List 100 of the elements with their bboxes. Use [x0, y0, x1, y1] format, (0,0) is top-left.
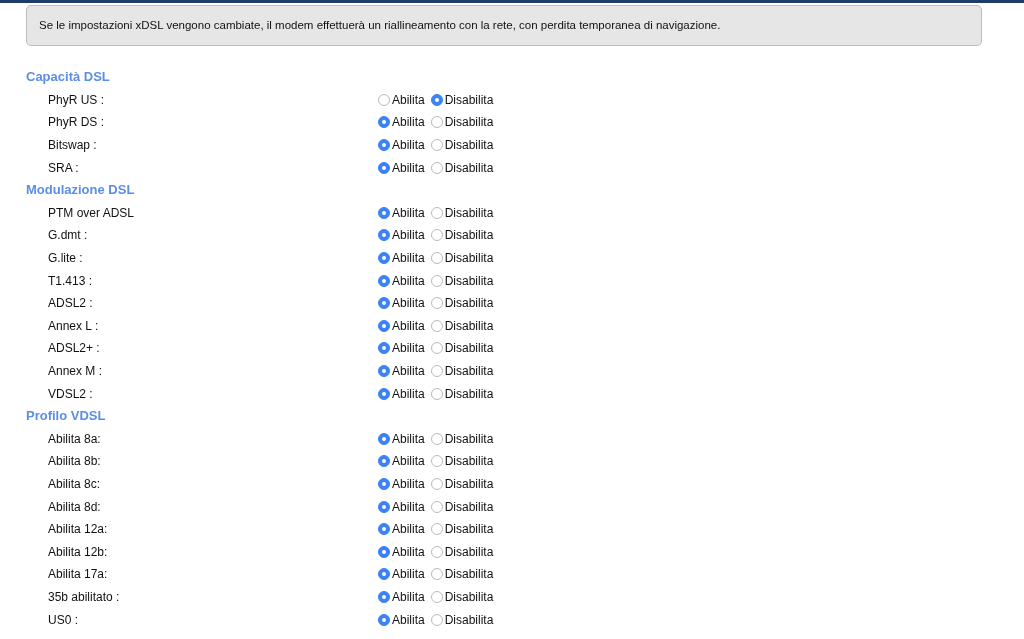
radio-option[interactable]: Disabilita: [430, 138, 494, 153]
radio-icon[interactable]: [378, 523, 390, 536]
setting-label: Abilita 8c:: [47, 477, 102, 491]
radio-icon[interactable]: [430, 590, 443, 603]
radio-icon[interactable]: [378, 206, 390, 219]
radio-icon[interactable]: [378, 139, 390, 152]
radio-icon[interactable]: [430, 455, 443, 468]
radio-icon[interactable]: [378, 93, 390, 106]
setting-label: G.lite :: [47, 251, 84, 266]
radio-icon[interactable]: [378, 342, 390, 355]
section-heading: Profilo VDSL: [26, 406, 107, 425]
radio-icon[interactable]: [378, 432, 390, 445]
radio-option[interactable]: Disabilita: [430, 296, 494, 311]
radio-option[interactable]: Abilita: [378, 138, 425, 153]
radio-option[interactable]: Disabilita: [430, 228, 494, 243]
radio-option[interactable]: Disabilita: [430, 386, 494, 401]
radio-option[interactable]: Abilita: [378, 115, 425, 130]
radio-option[interactable]: Disabilita: [430, 273, 494, 288]
radio-option[interactable]: Abilita: [378, 567, 425, 582]
radio-icon[interactable]: [378, 274, 390, 287]
radio-option[interactable]: Abilita: [378, 92, 425, 107]
radio-icon[interactable]: [378, 252, 390, 265]
radio-icon[interactable]: [430, 342, 443, 355]
radio-icon[interactable]: [378, 455, 390, 468]
setting-label: Bitswap :: [47, 138, 98, 153]
radio-icon[interactable]: [378, 161, 390, 174]
setting-label: Annex L :: [47, 318, 100, 333]
radio-icon[interactable]: [430, 500, 443, 513]
setting-label: T1.413 :: [47, 273, 94, 288]
radio-icon[interactable]: [378, 365, 390, 377]
radio-option[interactable]: Disabilita: [430, 499, 494, 514]
radio-option[interactable]: Abilita: [378, 589, 425, 604]
radio-option[interactable]: Abilita: [378, 386, 425, 401]
radio-option[interactable]: Disabilita: [430, 341, 494, 356]
radio-icon[interactable]: [378, 478, 390, 490]
setting-label: 35b abilitato :: [47, 589, 121, 604]
radio-icon[interactable]: [430, 523, 443, 536]
radio-icon[interactable]: [430, 274, 443, 287]
radio-option[interactable]: Disabilita: [430, 364, 494, 378]
radio-icon[interactable]: [378, 568, 390, 581]
radio-icon[interactable]: [430, 93, 443, 106]
radio-option[interactable]: Disabilita: [430, 567, 494, 582]
radio-option[interactable]: Disabilita: [430, 115, 494, 130]
radio-icon[interactable]: [430, 319, 443, 332]
setting-label: Abilita 8a:: [47, 431, 102, 446]
radio-option[interactable]: Abilita: [378, 228, 425, 243]
radio-option[interactable]: Abilita: [378, 499, 425, 514]
radio-option[interactable]: Abilita: [378, 273, 425, 288]
radio-option[interactable]: Disabilita: [430, 92, 494, 107]
radio-icon[interactable]: [430, 568, 443, 581]
setting-label: PhyR US :: [47, 92, 105, 107]
radio-icon[interactable]: [378, 613, 390, 626]
setting-label: PhyR DS :: [47, 115, 105, 130]
radio-icon[interactable]: [430, 613, 443, 626]
radio-icon[interactable]: [430, 297, 443, 310]
radio-option[interactable]: Abilita: [378, 454, 425, 469]
radio-icon[interactable]: [378, 545, 390, 558]
radio-option[interactable]: Disabilita: [430, 544, 494, 559]
radio-icon[interactable]: [430, 252, 443, 265]
radio-option[interactable]: Abilita: [378, 364, 425, 378]
radio-option[interactable]: Disabilita: [430, 522, 494, 537]
radio-icon[interactable]: [430, 161, 443, 174]
radio-icon[interactable]: [430, 116, 443, 129]
radio-option[interactable]: Disabilita: [430, 612, 494, 627]
radio-option[interactable]: Disabilita: [430, 160, 494, 175]
radio-icon[interactable]: [430, 206, 443, 219]
radio-icon[interactable]: [378, 387, 390, 400]
radio-option[interactable]: Abilita: [378, 544, 425, 559]
radio-icon[interactable]: [430, 387, 443, 400]
radio-icon[interactable]: [378, 319, 390, 332]
radio-option[interactable]: Abilita: [378, 341, 425, 356]
radio-icon[interactable]: [378, 590, 390, 603]
setting-label: ADSL2+ :: [47, 341, 101, 356]
radio-icon[interactable]: [378, 116, 390, 129]
radio-icon[interactable]: [430, 432, 443, 445]
radio-option[interactable]: Abilita: [378, 477, 425, 491]
radio-option[interactable]: Disabilita: [430, 205, 494, 220]
setting-label: G.dmt :: [47, 228, 89, 243]
radio-option[interactable]: Abilita: [378, 296, 425, 311]
radio-icon[interactable]: [430, 139, 443, 152]
radio-option[interactable]: Disabilita: [430, 431, 494, 446]
radio-icon[interactable]: [430, 478, 443, 490]
radio-option[interactable]: Disabilita: [430, 589, 494, 604]
radio-option[interactable]: Abilita: [378, 160, 425, 175]
radio-icon[interactable]: [378, 500, 390, 513]
radio-option[interactable]: Abilita: [378, 522, 425, 537]
radio-option[interactable]: Abilita: [378, 318, 425, 333]
radio-icon[interactable]: [430, 365, 443, 377]
radio-icon[interactable]: [430, 229, 443, 242]
radio-option[interactable]: Abilita: [378, 251, 425, 266]
radio-option[interactable]: Disabilita: [430, 454, 494, 469]
radio-icon[interactable]: [430, 545, 443, 558]
radio-icon[interactable]: [378, 229, 390, 242]
radio-option[interactable]: Disabilita: [430, 251, 494, 266]
radio-icon[interactable]: [378, 297, 390, 310]
radio-option[interactable]: Abilita: [378, 612, 425, 627]
radio-option[interactable]: Disabilita: [430, 318, 494, 333]
radio-option[interactable]: Abilita: [378, 431, 425, 446]
radio-option[interactable]: Disabilita: [430, 477, 494, 491]
radio-option[interactable]: Abilita: [378, 205, 425, 220]
